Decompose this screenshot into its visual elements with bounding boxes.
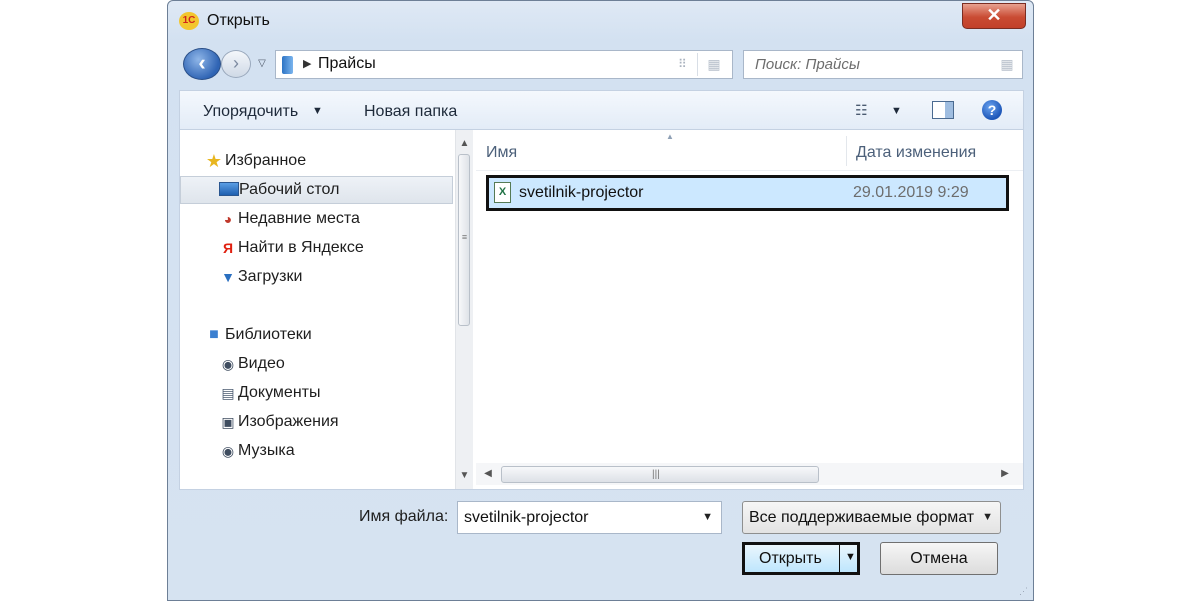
- scrollbar-thumb[interactable]: ≡: [458, 154, 470, 326]
- nav-item-label: Рабочий стол: [239, 181, 340, 198]
- filename-label: Имя файла:: [359, 508, 449, 525]
- preview-pane-icon[interactable]: [932, 101, 954, 119]
- chevron-down-icon[interactable]: ▼: [312, 105, 323, 117]
- search-placeholder: Поиск: Прайсы: [755, 56, 860, 73]
- file-type-select[interactable]: Все поддерживаемые формат ▼: [742, 501, 1001, 534]
- grip-icon: ≡: [461, 232, 468, 242]
- arrow-right-icon: ›: [233, 53, 239, 73]
- open-file-dialog: 1С Открыть ✕ ‹ › ▽ ▶ Прайсы ⠿ ▦ Поиск: П…: [167, 0, 1034, 601]
- sort-ascending-icon: ▲: [666, 132, 674, 141]
- desktop-icon: [219, 182, 239, 196]
- column-header-name[interactable]: Имя: [486, 144, 517, 162]
- nav-item-label: Найти в Яндексе: [238, 239, 364, 256]
- file-name: svetilnik-projector: [519, 184, 644, 201]
- nav-item-music[interactable]: ◉ Музыка: [180, 437, 450, 465]
- nav-item-desktop[interactable]: Рабочий стол: [180, 176, 453, 204]
- title-bar[interactable]: 1С Открыть ✕: [168, 1, 1033, 41]
- recent-places-icon: ◕: [223, 211, 233, 227]
- pictures-library-icon: ▣: [221, 414, 235, 430]
- documents-library-icon: ▤: [221, 385, 235, 401]
- nav-item-images[interactable]: ▣ Изображения: [180, 408, 450, 436]
- nav-item-recent-places[interactable]: ◕ Недавние места: [180, 205, 450, 233]
- view-options-icon[interactable]: ☷: [855, 101, 877, 119]
- nav-group-favorites[interactable]: ★ Избранное: [180, 147, 450, 175]
- navigation-pane: ★ Избранное Рабочий стол ◕ Недавние мест…: [180, 130, 455, 489]
- nav-item-label: Изображения: [238, 413, 339, 430]
- video-library-icon: ◉: [221, 356, 235, 372]
- nav-item-label: Видео: [238, 355, 285, 372]
- nav-group-libraries[interactable]: ■ Библиотеки: [180, 321, 450, 349]
- nav-item-label: Недавние места: [238, 210, 360, 227]
- resize-grip-icon: ⠿: [678, 57, 687, 71]
- breadcrumb-arrow-icon[interactable]: ▶: [303, 57, 311, 70]
- breadcrumb-segment[interactable]: Прайсы: [318, 55, 376, 73]
- scroll-right-icon[interactable]: ▶: [997, 466, 1013, 482]
- column-divider[interactable]: [846, 136, 847, 166]
- nav-item-label: Загрузки: [238, 268, 303, 285]
- star-icon: ★: [205, 151, 223, 171]
- back-button[interactable]: ‹: [183, 48, 221, 80]
- file-type-value: Все поддерживаемые формат: [749, 509, 975, 526]
- close-button[interactable]: ✕: [962, 3, 1026, 29]
- nav-group-label: Библиотеки: [225, 326, 312, 343]
- resize-grip-icon[interactable]: ⋰: [1019, 587, 1028, 596]
- scroll-up-icon[interactable]: ▲: [456, 135, 473, 152]
- new-folder-button[interactable]: Новая папка: [364, 103, 457, 121]
- chevron-down-icon: ▽: [258, 58, 266, 69]
- libraries-icon: ■: [209, 326, 219, 343]
- scroll-down-icon[interactable]: ▼: [456, 467, 473, 484]
- column-header-date[interactable]: Дата изменения: [856, 144, 976, 162]
- scrollbar-thumb[interactable]: |||: [501, 466, 819, 483]
- open-button[interactable]: Открыть ▼: [742, 542, 860, 575]
- file-date-modified: 29.01.2019 9:29: [853, 184, 969, 201]
- file-list: ▲ Имя Дата изменения X svetilnik-project…: [476, 130, 1023, 489]
- file-row[interactable]: X svetilnik-projector 29.01.2019 9:29: [486, 175, 1009, 211]
- content-area: ★ Избранное Рабочий стол ◕ Недавние мест…: [179, 130, 1024, 490]
- search-icon[interactable]: ▦: [998, 55, 1016, 73]
- help-icon[interactable]: ?: [982, 100, 1002, 120]
- music-library-icon: ◉: [221, 443, 235, 459]
- navigation-scrollbar[interactable]: ▲ ≡ ▼: [455, 130, 473, 489]
- app-1c-icon: 1С: [179, 12, 199, 30]
- organize-button[interactable]: Упорядочить: [203, 103, 298, 121]
- nav-group-label: Избранное: [225, 152, 307, 169]
- chevron-down-icon[interactable]: ▼: [845, 551, 856, 563]
- recent-locations-dropdown[interactable]: ▽: [255, 56, 269, 72]
- horizontal-scrollbar[interactable]: ◀ ||| ▶: [476, 463, 1023, 485]
- nav-item-downloads[interactable]: ▼ Загрузки: [180, 263, 450, 291]
- chevron-down-icon[interactable]: ▼: [891, 105, 902, 117]
- nav-item-label: Документы: [238, 384, 321, 401]
- yandex-icon: Я: [222, 240, 234, 256]
- filename-input[interactable]: svetilnik-projector ▼: [457, 501, 722, 534]
- command-bar: Упорядочить ▼ Новая папка ☷ ▼ ?: [179, 90, 1024, 130]
- chevron-down-icon[interactable]: ▼: [982, 511, 993, 523]
- grip-icon: |||: [652, 469, 660, 480]
- nav-item-documents[interactable]: ▤ Документы: [180, 379, 450, 407]
- downloads-icon: ▼: [221, 269, 235, 285]
- cancel-button[interactable]: Отмена: [880, 542, 998, 575]
- open-button-label: Открыть: [759, 550, 822, 567]
- folder-location-icon: [282, 56, 293, 74]
- split-divider: [839, 545, 840, 572]
- arrow-left-icon: ‹: [198, 50, 206, 75]
- nav-item-yandex-search[interactable]: Я Найти в Яндексе: [180, 234, 450, 262]
- excel-file-icon: X: [494, 182, 511, 203]
- window-title: Открыть: [207, 12, 270, 29]
- nav-item-video[interactable]: ◉ Видео: [180, 350, 450, 378]
- column-header-row: ▲ Имя Дата изменения: [476, 130, 1023, 171]
- forward-button[interactable]: ›: [221, 50, 251, 78]
- chevron-down-icon[interactable]: ▼: [702, 511, 713, 523]
- address-bar[interactable]: ▶ Прайсы ⠿ ▦: [275, 50, 733, 79]
- grid-icon: ▦: [707, 56, 721, 72]
- search-input[interactable]: Поиск: Прайсы ▦: [743, 50, 1023, 79]
- scroll-left-icon[interactable]: ◀: [480, 466, 496, 482]
- nav-item-label: Музыка: [238, 442, 295, 459]
- refresh-button[interactable]: ▦: [697, 53, 730, 76]
- filename-value[interactable]: svetilnik-projector: [464, 509, 588, 527]
